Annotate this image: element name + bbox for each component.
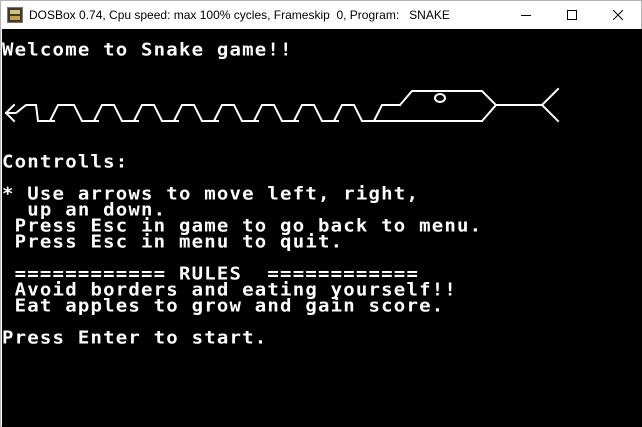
start-prompt: Press Enter to start. xyxy=(2,327,268,348)
close-button[interactable] xyxy=(595,1,641,29)
dos-screen[interactable]: Welcome to Snake game!! Controlls: * Use… xyxy=(2,29,642,427)
controls-heading: Controlls: xyxy=(2,151,129,172)
maximize-button[interactable] xyxy=(549,1,595,29)
close-icon xyxy=(613,10,623,20)
window-title: DOSBox 0.74, Cpu speed: max 100% cycles,… xyxy=(29,8,450,22)
rule-eat-apples: Eat apples to grow and gain score. xyxy=(2,295,445,316)
snake-ascii-art xyxy=(4,87,560,123)
window-controls xyxy=(503,1,641,29)
minimize-icon xyxy=(521,15,531,16)
dosbox-app-icon[interactable] xyxy=(7,7,23,23)
welcome-text: Welcome to Snake game!! xyxy=(2,39,293,60)
maximize-icon xyxy=(567,10,577,20)
title-bar[interactable]: DOSBox 0.74, Cpu speed: max 100% cycles,… xyxy=(1,1,641,29)
controls-esc-menu: Press Esc in menu to quit. xyxy=(2,231,344,252)
minimize-button[interactable] xyxy=(503,1,549,29)
dosbox-window: DOSBox 0.74, Cpu speed: max 100% cycles,… xyxy=(0,0,642,427)
